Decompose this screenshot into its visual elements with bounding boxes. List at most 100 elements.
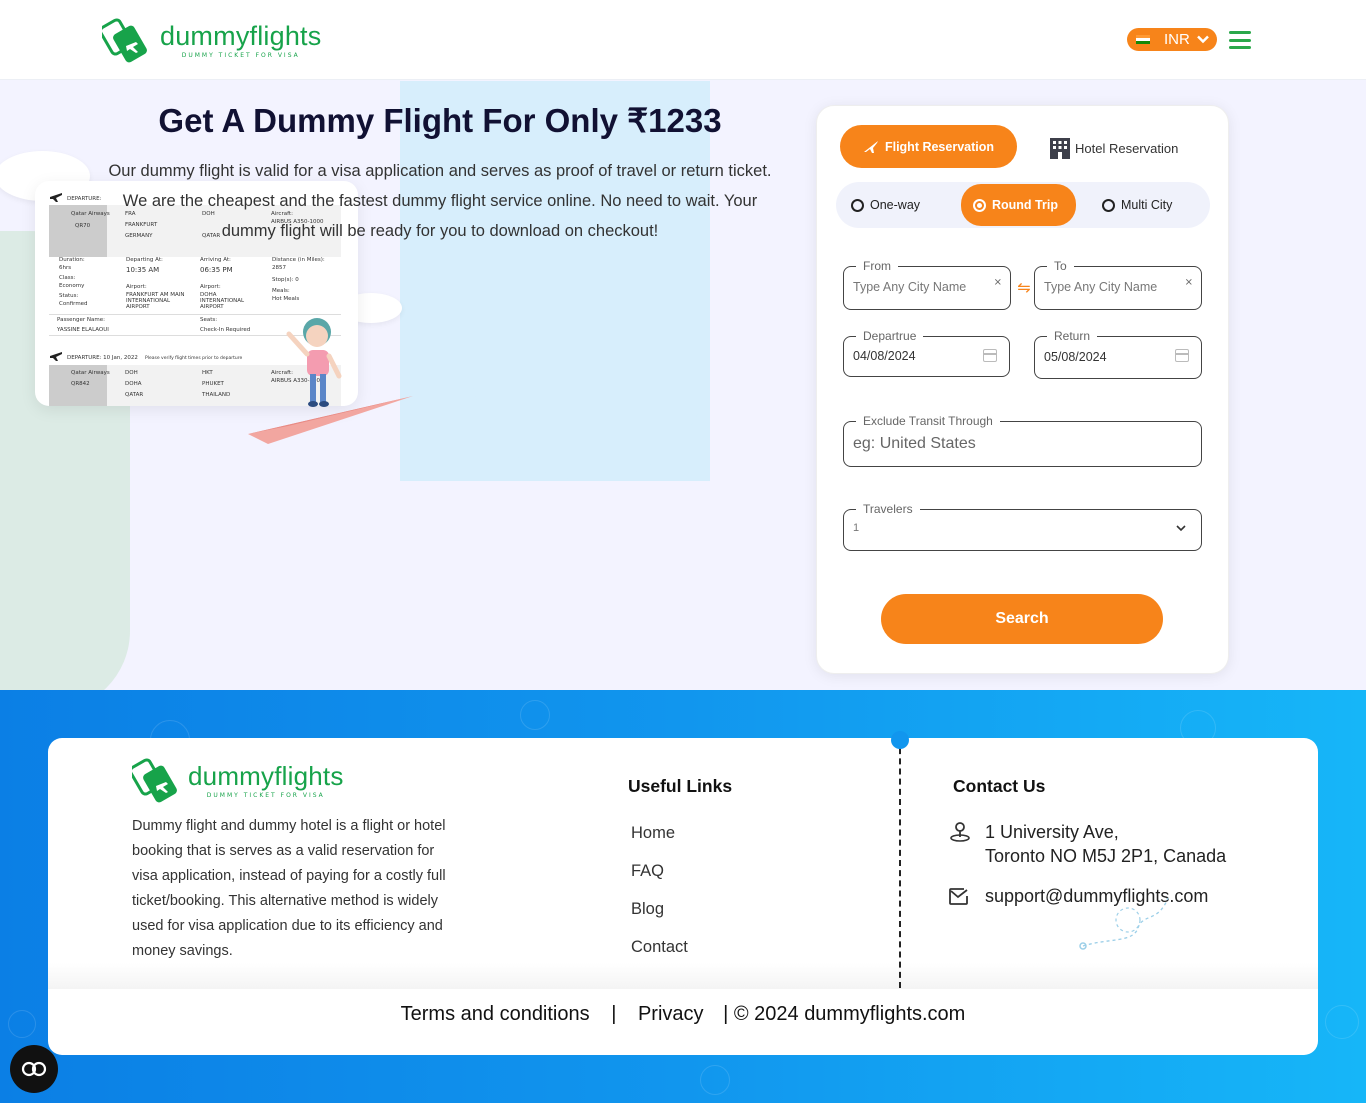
footer-pattern-decor [1325, 1005, 1359, 1039]
trip-option-multi-city[interactable]: Multi City [1102, 182, 1172, 228]
footer-logo-name: dummyflights [188, 760, 344, 791]
ticket-status-label: Status: [59, 293, 79, 299]
hotel-building-icon [1050, 138, 1070, 159]
return-label: Return [1047, 329, 1098, 343]
accessibility-icon [21, 1061, 47, 1077]
ticket-meals-label: Meals: [272, 288, 290, 294]
ticket-from2: DOH [125, 370, 138, 376]
search-button[interactable]: Search [881, 594, 1163, 644]
contact-us-heading: Contact Us [953, 776, 1046, 796]
travelers-value: 1 [853, 522, 860, 534]
ticket-meals: Hot Meals [272, 296, 300, 302]
ticket-arriving: 06:35 PM [200, 266, 233, 274]
to-field[interactable]: To Type Any City Name ⨯ [1034, 259, 1202, 310]
flight-path-decor [1079, 897, 1169, 950]
return-date-field[interactable]: Return 05/08/2024 [1034, 329, 1202, 379]
logo-tagline: DUMMY TICKET FOR VISA [181, 51, 300, 59]
ticket-to2-country: THAILAND [202, 392, 231, 398]
terms-link[interactable]: Terms and conditions [401, 1003, 590, 1025]
calendar-icon[interactable] [983, 349, 997, 362]
ticket-airline2: Qatar Airways [71, 370, 110, 376]
tab-hotel-reservation[interactable]: Hotel Reservation [1049, 136, 1178, 160]
radio-checked-icon [973, 198, 986, 212]
ticket-airport-label: Airport: [126, 284, 147, 290]
ticket-stops: Stop(s): 0 [272, 277, 299, 283]
ticket-to2: HKT [202, 370, 213, 376]
mail-icon [949, 888, 968, 905]
ticket-arriving-label: Arriving At: [200, 257, 231, 263]
ticket-to2-city: PHUKET [202, 381, 224, 387]
trip-option-one-way[interactable]: One-way [851, 182, 920, 228]
ticket-duration-label: Duration: [59, 257, 85, 263]
logo-ticket-icon [98, 16, 156, 64]
ticket-from2-country: QATAR [125, 392, 144, 398]
footer-logo-tagline: DUMMY TICKET FOR VISA [206, 791, 325, 799]
ticket-airport-from: FRANKFURT AM MAIN INTERNATIONAL AIRPORT [126, 292, 185, 310]
swap-icon[interactable]: ⇋ [1013, 276, 1035, 298]
hamburger-menu-icon[interactable] [1229, 31, 1251, 49]
ticket-from2-city: DOHA [125, 381, 142, 387]
from-field[interactable]: From Type Any City Name ⨯ [843, 259, 1011, 310]
trip-type-selector: One-way Round Trip Multi City [836, 182, 1210, 228]
site-footer: dummyflights DUMMY TICKET FOR VISA Dummy… [0, 690, 1366, 1103]
departure-label: Departrue [856, 329, 924, 343]
chevron-down-icon [1176, 525, 1186, 532]
tab-hotel-label: Hotel Reservation [1075, 140, 1179, 156]
footer-logo[interactable]: dummyflights DUMMY TICKET FOR VISA [132, 756, 344, 804]
ticket-duration: 6hrs [59, 265, 72, 271]
calendar-icon[interactable] [1175, 349, 1189, 362]
clear-icon[interactable]: ⨯ [994, 278, 1002, 288]
footer-bottom-bar: Terms and conditions | Privacy | © 2024 … [48, 1003, 1318, 1026]
to-label: To [1047, 259, 1074, 273]
airplane-icon [863, 140, 878, 153]
footer-link-contact[interactable]: Contact [631, 938, 688, 957]
departure-date-field[interactable]: Departrue 04/08/2024 [843, 329, 1010, 377]
radio-unchecked-icon [851, 198, 864, 212]
india-flag-icon [1136, 34, 1150, 45]
ticket-seats-label: Seats: [200, 317, 218, 323]
privacy-link[interactable]: Privacy [638, 1003, 704, 1025]
ticket-distance-label: Distance (in Miles): [272, 257, 325, 263]
currency-selector[interactable]: INR [1127, 28, 1217, 51]
contact-address-line1: 1 University Ave, [985, 822, 1119, 842]
ticket-passenger-label: Passenger Name: [57, 317, 106, 323]
booking-form-card: Flight Reservation Hotel Reservation One… [816, 105, 1229, 674]
useful-links-heading: Useful Links [628, 776, 733, 796]
ticket-airport-label: Airport: [200, 284, 221, 290]
ticket-airport-to: DOHA INTERNATIONAL AIRPORT [200, 292, 245, 310]
exclude-transit-placeholder: eg: United States [853, 435, 976, 452]
ticket-status: Confirmed [59, 301, 88, 307]
trip-option-round-trip[interactable]: Round Trip [961, 184, 1076, 226]
ticket-flight-no: QR70 [75, 223, 91, 229]
from-label: From [856, 259, 898, 273]
logo-ticket-icon [132, 758, 177, 803]
footer-link-blog[interactable]: Blog [631, 900, 664, 919]
airplane-icon [50, 193, 62, 202]
radio-unchecked-icon [1102, 198, 1115, 212]
tab-flight-reservation[interactable]: Flight Reservation [840, 125, 1017, 168]
departure-value: 04/08/2024 [853, 349, 916, 363]
location-pin-icon [950, 822, 970, 842]
copyright-text: | © 2024 dummyflights.com [723, 1003, 966, 1025]
site-logo[interactable]: dummyflights DUMMY TICKET FOR VISA [98, 16, 322, 64]
ticket-passenger: YASSINE ELALAOUI [57, 327, 109, 333]
hero-title: Get A Dummy Flight For Only ₹1233 [158, 102, 722, 139]
tab-flight-label: Flight Reservation [884, 139, 995, 154]
return-value: 05/08/2024 [1044, 350, 1107, 364]
ticket-class-label: Class: [59, 275, 76, 281]
footer-link-faq[interactable]: FAQ [631, 862, 664, 881]
footer-pattern-decor [520, 700, 550, 730]
accessibility-widget-button[interactable] [10, 1045, 58, 1093]
footer-link-home[interactable]: Home [631, 824, 675, 843]
contact-address-line2: Toronto NO M5J 2P1, Canada [985, 846, 1227, 866]
ticket-departing: 10:35 AM [126, 266, 160, 274]
travelers-select[interactable]: Travelers 1 [843, 502, 1202, 551]
ticket-departure2-label: DEPARTURE: 10 Jan, 2022 [67, 355, 138, 361]
logo-name: dummyflights [160, 20, 322, 51]
clear-icon[interactable]: ⨯ [1185, 278, 1193, 288]
ticket-distance: 2857 [272, 265, 286, 271]
exclude-transit-field[interactable]: Exclude Transit Through eg: United State… [843, 414, 1202, 467]
ticket-seats: Check-In Required [200, 327, 251, 333]
footer-pattern-decor [700, 1065, 730, 1095]
chevron-down-icon [1196, 35, 1209, 44]
